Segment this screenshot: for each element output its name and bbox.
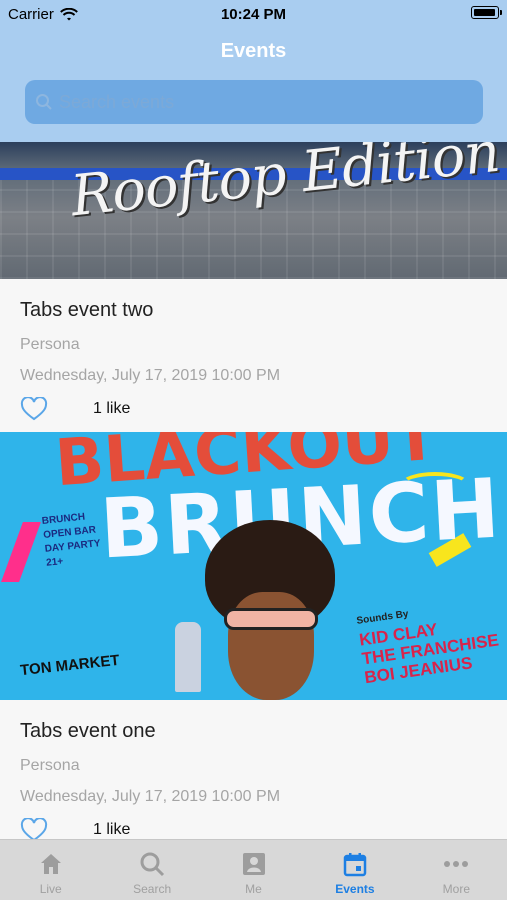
tab-label: Search (133, 882, 172, 896)
image-bottom-text: TON MARKET (19, 651, 121, 680)
image-sunglasses (224, 608, 318, 630)
image-right-text: Sounds By KID CLAY THE FRANCHISE BOI JEA… (355, 593, 502, 688)
like-count: 1 like (93, 821, 131, 838)
event-card[interactable]: BLACKOUT BRUNCH OPEN BAR DAY PARTY 21+ B… (0, 432, 507, 839)
like-row: 1 like (20, 818, 487, 839)
like-row: 1 like (20, 397, 487, 421)
event-card[interactable]: Rooftop Edition Tabs event two Persona W… (0, 142, 507, 432)
image-champagne-glass (175, 622, 201, 692)
like-count: 1 like (93, 400, 131, 417)
tab-label: Events (335, 882, 375, 896)
tab-me[interactable]: Me (203, 840, 304, 900)
event-details: Tabs event two Persona Wednesday, July 1… (0, 279, 507, 432)
home-icon (40, 854, 61, 874)
tab-events[interactable]: Events (304, 840, 405, 900)
event-details: Tabs event one Persona Wednesday, July 1… (0, 700, 507, 839)
event-date: Wednesday, July 17, 2019 10:00 PM (20, 367, 281, 384)
more-dots-icon (444, 861, 469, 867)
navigation-header: Carrier 10:24 PM Events (0, 0, 507, 142)
tab-search[interactable]: Search (101, 840, 202, 900)
status-right (471, 6, 502, 19)
tab-bar: Live Search Me Events More (0, 839, 507, 900)
search-icon (36, 94, 52, 110)
event-organizer: Persona (20, 336, 80, 353)
calendar-icon (343, 853, 367, 877)
status-bar: Carrier 10:24 PM (0, 0, 507, 28)
battery-icon (471, 6, 502, 19)
event-image[interactable]: Rooftop Edition (0, 142, 507, 279)
search-input[interactable] (59, 91, 479, 113)
heart-icon[interactable] (20, 818, 48, 839)
tab-label: More (442, 882, 470, 896)
tab-label: Me (245, 882, 262, 896)
event-title: Tabs event two (20, 299, 154, 321)
heart-icon[interactable] (20, 397, 48, 421)
tab-more[interactable]: More (406, 840, 507, 900)
event-date: Wednesday, July 17, 2019 10:00 PM (20, 788, 281, 805)
contact-card-icon (242, 853, 265, 875)
search-bar[interactable] (25, 80, 483, 124)
tab-live[interactable]: Live (0, 840, 101, 900)
event-organizer: Persona (20, 757, 80, 774)
event-title: Tabs event one (20, 720, 156, 742)
image-left-text: BRUNCH OPEN BAR DAY PARTY 21+ (41, 509, 103, 571)
search-icon (140, 852, 165, 877)
event-image[interactable]: BLACKOUT BRUNCH OPEN BAR DAY PARTY 21+ B… (0, 432, 507, 700)
tab-label: Live (39, 882, 62, 896)
image-bolt (1, 522, 41, 582)
page-title: Events (220, 40, 287, 62)
status-time: 10:24 PM (220, 6, 287, 23)
events-feed[interactable]: Rooftop Edition Tabs event two Persona W… (0, 142, 507, 839)
